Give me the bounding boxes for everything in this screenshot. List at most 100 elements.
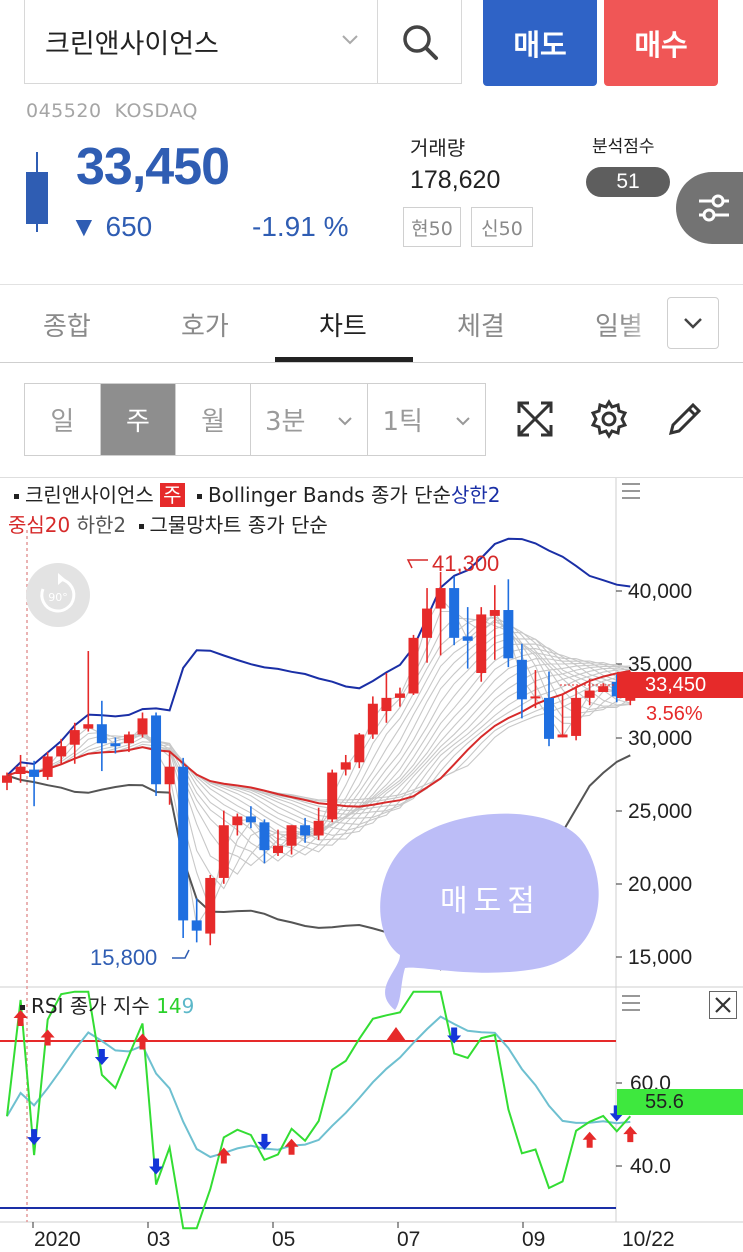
candle-body [354, 734, 365, 763]
date-label: 2020 [34, 1228, 81, 1251]
candle-body [273, 845, 283, 854]
tab-summary[interactable]: 종합 [43, 306, 91, 343]
candle-body [408, 637, 419, 694]
candle-body [232, 816, 243, 826]
rsi-axis-menu-icon[interactable] [622, 995, 640, 1011]
candle-body [584, 690, 595, 698]
candle-body [313, 820, 324, 836]
tabs-divider [0, 362, 743, 363]
legend-bollinger: Bollinger Bands [207, 483, 365, 507]
rsi-signal-line [6, 1015, 631, 1159]
rsi-overbought-marker [386, 1027, 406, 1041]
legend-rainbow-src: 종가 [247, 513, 285, 537]
candle-body [571, 697, 582, 736]
candle-body [394, 693, 405, 698]
tab-trades[interactable]: 체결 [457, 306, 505, 343]
candle-body [56, 746, 67, 757]
legend-middle: 중심20 [8, 513, 71, 537]
draw-button[interactable] [664, 398, 706, 440]
period-minute[interactable]: 3분 [251, 384, 369, 455]
pencil-icon [668, 402, 702, 436]
candle-body [340, 762, 351, 770]
candle-body [164, 766, 175, 785]
mini-candle-icon [26, 152, 48, 232]
candle-body [286, 825, 297, 846]
legend-period-badge: 주 [160, 483, 185, 507]
current-price-tag: 33,450 [617, 672, 743, 698]
legend-bullet [138, 524, 144, 529]
buy-arrow-icon [40, 1029, 55, 1046]
sell-arrow-icon [94, 1048, 109, 1065]
candle-body [516, 659, 527, 700]
sliders-icon [699, 194, 729, 222]
buy-arrow-icon [284, 1138, 299, 1155]
price-axis-label: 15,000 [628, 946, 693, 969]
high-price-marker: 41,300 [432, 551, 500, 576]
stock-selector[interactable]: 크린앤사이언스 [24, 0, 378, 84]
tabs-top-divider [0, 284, 743, 285]
rsi-line [6, 990, 632, 1230]
sell-button[interactable]: 매도 [483, 0, 597, 86]
current-price: 33,450 [76, 138, 230, 196]
period-day[interactable]: 일 [25, 384, 101, 455]
period-tick[interactable]: 1틱 [368, 384, 485, 455]
candle-body [29, 769, 40, 777]
tabs-more-button[interactable] [667, 297, 719, 349]
candle-body [476, 614, 487, 673]
buy-button[interactable]: 매수 [604, 0, 718, 86]
chevron-down-icon [456, 417, 470, 426]
tag-hyun: 현50 [403, 207, 461, 247]
rsi-close-button[interactable] [709, 991, 737, 1019]
period-week[interactable]: 주 [100, 384, 177, 455]
date-label: 07 [397, 1228, 421, 1251]
low-marker-arrow [172, 949, 190, 959]
market-name: KOSDAQ [114, 100, 198, 122]
buy-arrow-icon [582, 1131, 597, 1148]
candle-body [137, 718, 148, 735]
stock-name: 크린앤사이언스 [45, 29, 219, 60]
filter-button[interactable] [676, 172, 743, 244]
tag-sin: 신50 [471, 207, 533, 247]
price-axis-label: 30,000 [628, 727, 693, 750]
high-marker-arrow [406, 559, 428, 569]
low-price-marker: 15,800 [90, 945, 158, 970]
fullscreen-button[interactable] [514, 398, 556, 440]
rsi-name: RSI [31, 994, 64, 1018]
legend-bullet [20, 1005, 25, 1010]
volume-label: 거래량 [410, 136, 466, 160]
period-selector: 일 주 월 3분 1틱 [24, 383, 486, 456]
rsi-signal-period: 9 [181, 994, 195, 1018]
rsi-legend: RSI 종가 지수 149 [20, 990, 194, 1019]
period-tick-label: 1틱 [382, 407, 423, 437]
candle-body [245, 816, 256, 823]
candle-body [489, 610, 500, 616]
main-legend: 크린앤사이언스 주 Bollinger Bands 종가 단순상한2 중심20 … [8, 480, 616, 540]
candle-body [503, 610, 514, 659]
tab-orderbook[interactable]: 호가 [181, 306, 229, 343]
search-button[interactable] [377, 0, 462, 84]
candle-body [205, 877, 216, 934]
price-axis-menu-icon[interactable] [622, 483, 640, 499]
stock-code-line: 045520 KOSDAQ [26, 100, 198, 122]
rsi-axis-label: 40.0 [630, 1155, 671, 1178]
score-badge: 51 [586, 167, 670, 197]
candle-body [462, 636, 473, 641]
price-axis-label: 40,000 [628, 580, 693, 603]
candle-body [123, 734, 134, 744]
tab-chart[interactable]: 차트 [319, 306, 367, 343]
rsi-src: 종가 [69, 994, 107, 1018]
candle-body [69, 730, 80, 745]
buy-arrow-icon [623, 1126, 638, 1143]
search-icon [402, 24, 438, 60]
period-month[interactable]: 월 [176, 384, 251, 455]
candle-body [449, 588, 460, 638]
candle-body [178, 766, 189, 921]
candle-body [15, 766, 26, 774]
candle-body [218, 825, 229, 878]
settings-button[interactable] [588, 398, 630, 440]
chevron-down-icon [684, 318, 702, 329]
candle-body [2, 775, 12, 783]
price-axis-label: 20,000 [628, 873, 693, 896]
chevron-down-icon [342, 35, 358, 45]
rotate-button[interactable]: 90° [26, 563, 90, 627]
